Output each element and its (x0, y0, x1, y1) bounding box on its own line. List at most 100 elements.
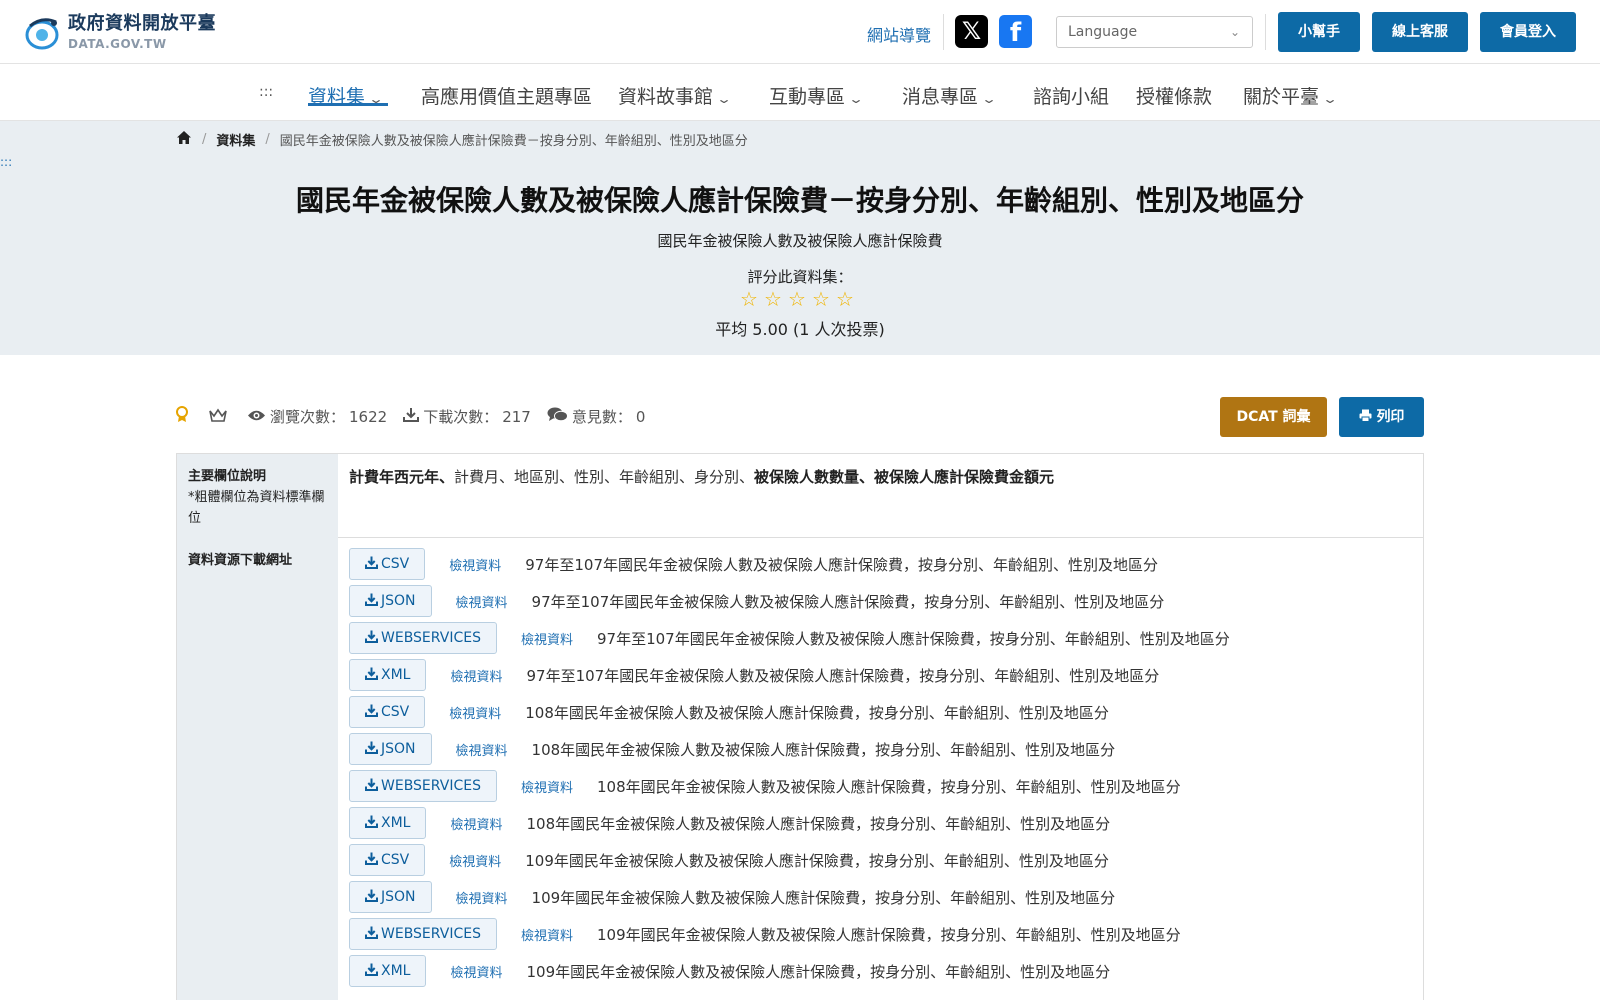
nav-item-about[interactable]: 關於平臺 ⌄ (1243, 82, 1339, 109)
download-format-button[interactable]: XML (349, 955, 427, 987)
downloads-stat: 下載次數： 217 (403, 406, 531, 427)
breadcrumb-datasets[interactable]: 資料集 (216, 130, 255, 149)
view-data-link[interactable]: 檢視資料 (450, 814, 502, 833)
view-data-link[interactable]: 檢視資料 (521, 925, 573, 944)
views-stat: 瀏覽次數： 1622 (247, 406, 387, 427)
format-label: CSV (381, 852, 410, 868)
star-icon[interactable]: ☆ (833, 287, 857, 311)
star-icon[interactable]: ☆ (737, 287, 761, 311)
nav-item-interaction[interactable]: 互動專區 ⌄ (769, 82, 865, 109)
logo-subtitle: DATA.GOV.TW (68, 36, 167, 51)
online-service-button[interactable]: 線上客服 (1372, 12, 1468, 52)
download-format-button[interactable]: CSV (349, 548, 426, 580)
download-icon (365, 778, 378, 795)
view-data-link[interactable]: 檢視資料 (449, 851, 501, 870)
star-icon[interactable]: ☆ (785, 287, 809, 311)
view-data-link[interactable]: 檢視資料 (456, 888, 508, 907)
nav-item-news[interactable]: 消息專區 ⌄ (902, 82, 998, 109)
dataset-stats: 瀏覽次數： 1622 下載次數： 217 意見數： 0 (175, 406, 661, 427)
download-format-button[interactable]: JSON (349, 733, 432, 765)
rating-average: 平均 5.00 (1 人次投票) (715, 320, 885, 339)
view-data-link[interactable]: 檢視資料 (449, 703, 501, 722)
resource-name: 108年國民年金被保險人數及被保險人應計保險費，按身分別、年齡組別、性別及地區分 (596, 777, 1181, 796)
download-icon (365, 815, 378, 832)
downloads-count: 217 (502, 407, 531, 426)
nav-item-label: 授權條款 (1136, 86, 1213, 108)
view-data-link[interactable]: 檢視資料 (449, 555, 501, 574)
fields-row: 主要欄位說明 *粗體欄位為資料標準欄位 計費年西元年、計費月、地區別、性別、年齡… (177, 454, 1423, 538)
nav-item-license[interactable]: 授權條款 (1136, 82, 1212, 109)
chevron-down-icon: ⌄ (980, 92, 998, 106)
nav-item-label: 諮詢小組 (1033, 86, 1110, 108)
nav-item-label: 互動專區 (769, 86, 846, 108)
view-data-link[interactable]: 檢視資料 (521, 777, 573, 796)
nav-item-advisory[interactable]: 諮詢小組 (1033, 82, 1109, 109)
download-format-button[interactable]: CSV (349, 696, 426, 728)
download-format-button[interactable]: WEBSERVICES (349, 918, 497, 950)
member-login-button[interactable]: 會員登入 (1480, 12, 1576, 52)
print-button[interactable]: 列印 (1339, 397, 1424, 437)
resource-item: WEBSERVICES 檢視資料 109年國民年金被保險人數及被保險人應計保險費，按… (349, 918, 1181, 950)
language-select-label: Language (1068, 24, 1138, 40)
star-icon[interactable]: ☆ (809, 287, 833, 311)
x-icon[interactable]: 𝕏 (955, 15, 988, 48)
format-label: XML (381, 667, 411, 683)
comments-stat: 意見數： 0 (547, 406, 645, 427)
dataset-hero: / 資料集 / 國民年金被保險人數及被保險人應計保險費－按身分別、年齡組別、性別… (0, 121, 1600, 355)
award-icon (175, 406, 189, 427)
resource-item: XML 檢視資料 109年國民年金被保險人數及被保險人應計保險費，按身分別、年齡組別… (349, 955, 1110, 987)
fields-plain: 計費月、地區別、性別、年齡組別、身分別、 (454, 468, 755, 486)
home-icon[interactable] (176, 130, 192, 149)
view-data-link[interactable]: 檢視資料 (450, 962, 502, 981)
download-icon (365, 926, 378, 943)
accessibility-anchor[interactable]: ::: (259, 84, 273, 100)
star-icon[interactable]: ☆ (761, 287, 785, 311)
download-format-button[interactable]: CSV (349, 844, 426, 876)
download-format-button[interactable]: XML (349, 807, 427, 839)
facebook-icon[interactable]: f (999, 15, 1032, 48)
download-icon (365, 556, 378, 573)
download-format-button[interactable]: XML (349, 659, 427, 691)
download-format-button[interactable]: WEBSERVICES (349, 770, 497, 802)
view-data-link[interactable]: 檢視資料 (450, 666, 502, 685)
view-data-link[interactable]: 檢視資料 (456, 592, 508, 611)
print-label: 列印 (1376, 409, 1405, 425)
download-icon (365, 667, 378, 684)
download-format-button[interactable]: JSON (349, 585, 432, 617)
view-data-link[interactable]: 檢視資料 (521, 629, 573, 648)
chevron-down-icon: ⌄ (847, 92, 865, 106)
download-icon (365, 852, 378, 869)
resource-item: JSON 檢視資料 109年國民年金被保險人數及被保險人應計保險費，按身分別、年齡組… (349, 881, 1115, 913)
chevron-down-icon: ⌄ (1321, 92, 1339, 106)
nav-item-label: 高應用價值主題專區 (421, 86, 593, 108)
views-count: 1622 (349, 407, 388, 426)
format-label: WEBSERVICES (381, 926, 481, 942)
resources-row: 資料資源下載網址 CSV 檢視資料 97年至107年國民年金被保險人數及被保險人應計… (177, 538, 1423, 1000)
main-nav: ::: 資料集 ⌄ 高應用價值主題專區 資料故事館 ⌄ 互動專區 ⌄ 消息專區 ⌄ 諮詢… (0, 64, 1600, 121)
resource-name: 109年國民年金被保險人數及被保險人應計保險費，按身分別、年齡組別、性別及地區分 (596, 925, 1181, 944)
helper-button[interactable]: 小幫手 (1278, 12, 1360, 52)
language-select[interactable]: Language ⌄ (1056, 16, 1253, 48)
dcat-button[interactable]: DCAT 詞彙 (1220, 397, 1327, 437)
format-label: XML (381, 815, 411, 831)
resource-name: 97年至107年國民年金被保險人數及被保險人應計保險費，按身分別、年齡組別、性別… (531, 592, 1165, 611)
nav-item-high-value[interactable]: 高應用價值主題專區 (421, 82, 592, 109)
resource-item: CSV 檢視資料 97年至107年國民年金被保險人數及被保險人應計保險費，按身分別、… (349, 548, 1158, 580)
rating-stars[interactable]: ☆ ☆ ☆ ☆ ☆ (737, 287, 857, 311)
download-format-button[interactable]: JSON (349, 881, 432, 913)
site-guide-link[interactable]: 網站導覽 (867, 22, 931, 46)
download-format-button[interactable]: WEBSERVICES (349, 622, 497, 654)
nav-item-label: 資料故事館 (618, 86, 714, 108)
resource-name: 108年國民年金被保險人數及被保險人應計保險費，按身分別、年齡組別、性別及地區分 (526, 814, 1111, 833)
view-data-link[interactable]: 檢視資料 (456, 740, 508, 759)
site-logo[interactable]: 政府資料開放平臺 DATA.GOV.TW (22, 12, 216, 52)
divider (943, 14, 944, 50)
fields-header-note: *粗體欄位為資料標準欄位 (188, 490, 325, 526)
resource-item: JSON 檢視資料 108年國民年金被保險人數及被保險人應計保險費，按身分別、年齡組… (349, 733, 1115, 765)
format-label: XML (381, 963, 411, 979)
format-label: WEBSERVICES (381, 778, 481, 794)
nav-item-data-stories[interactable]: 資料故事館 ⌄ (618, 82, 732, 109)
resource-name: 97年至107年國民年金被保險人數及被保險人應計保險費，按身分別、年齡組別、性別… (525, 555, 1158, 574)
accessibility-anchor[interactable]: ::: (0, 155, 12, 169)
resource-name: 109年國民年金被保險人數及被保險人應計保險費，按身分別、年齡組別、性別及地區分 (526, 962, 1111, 981)
